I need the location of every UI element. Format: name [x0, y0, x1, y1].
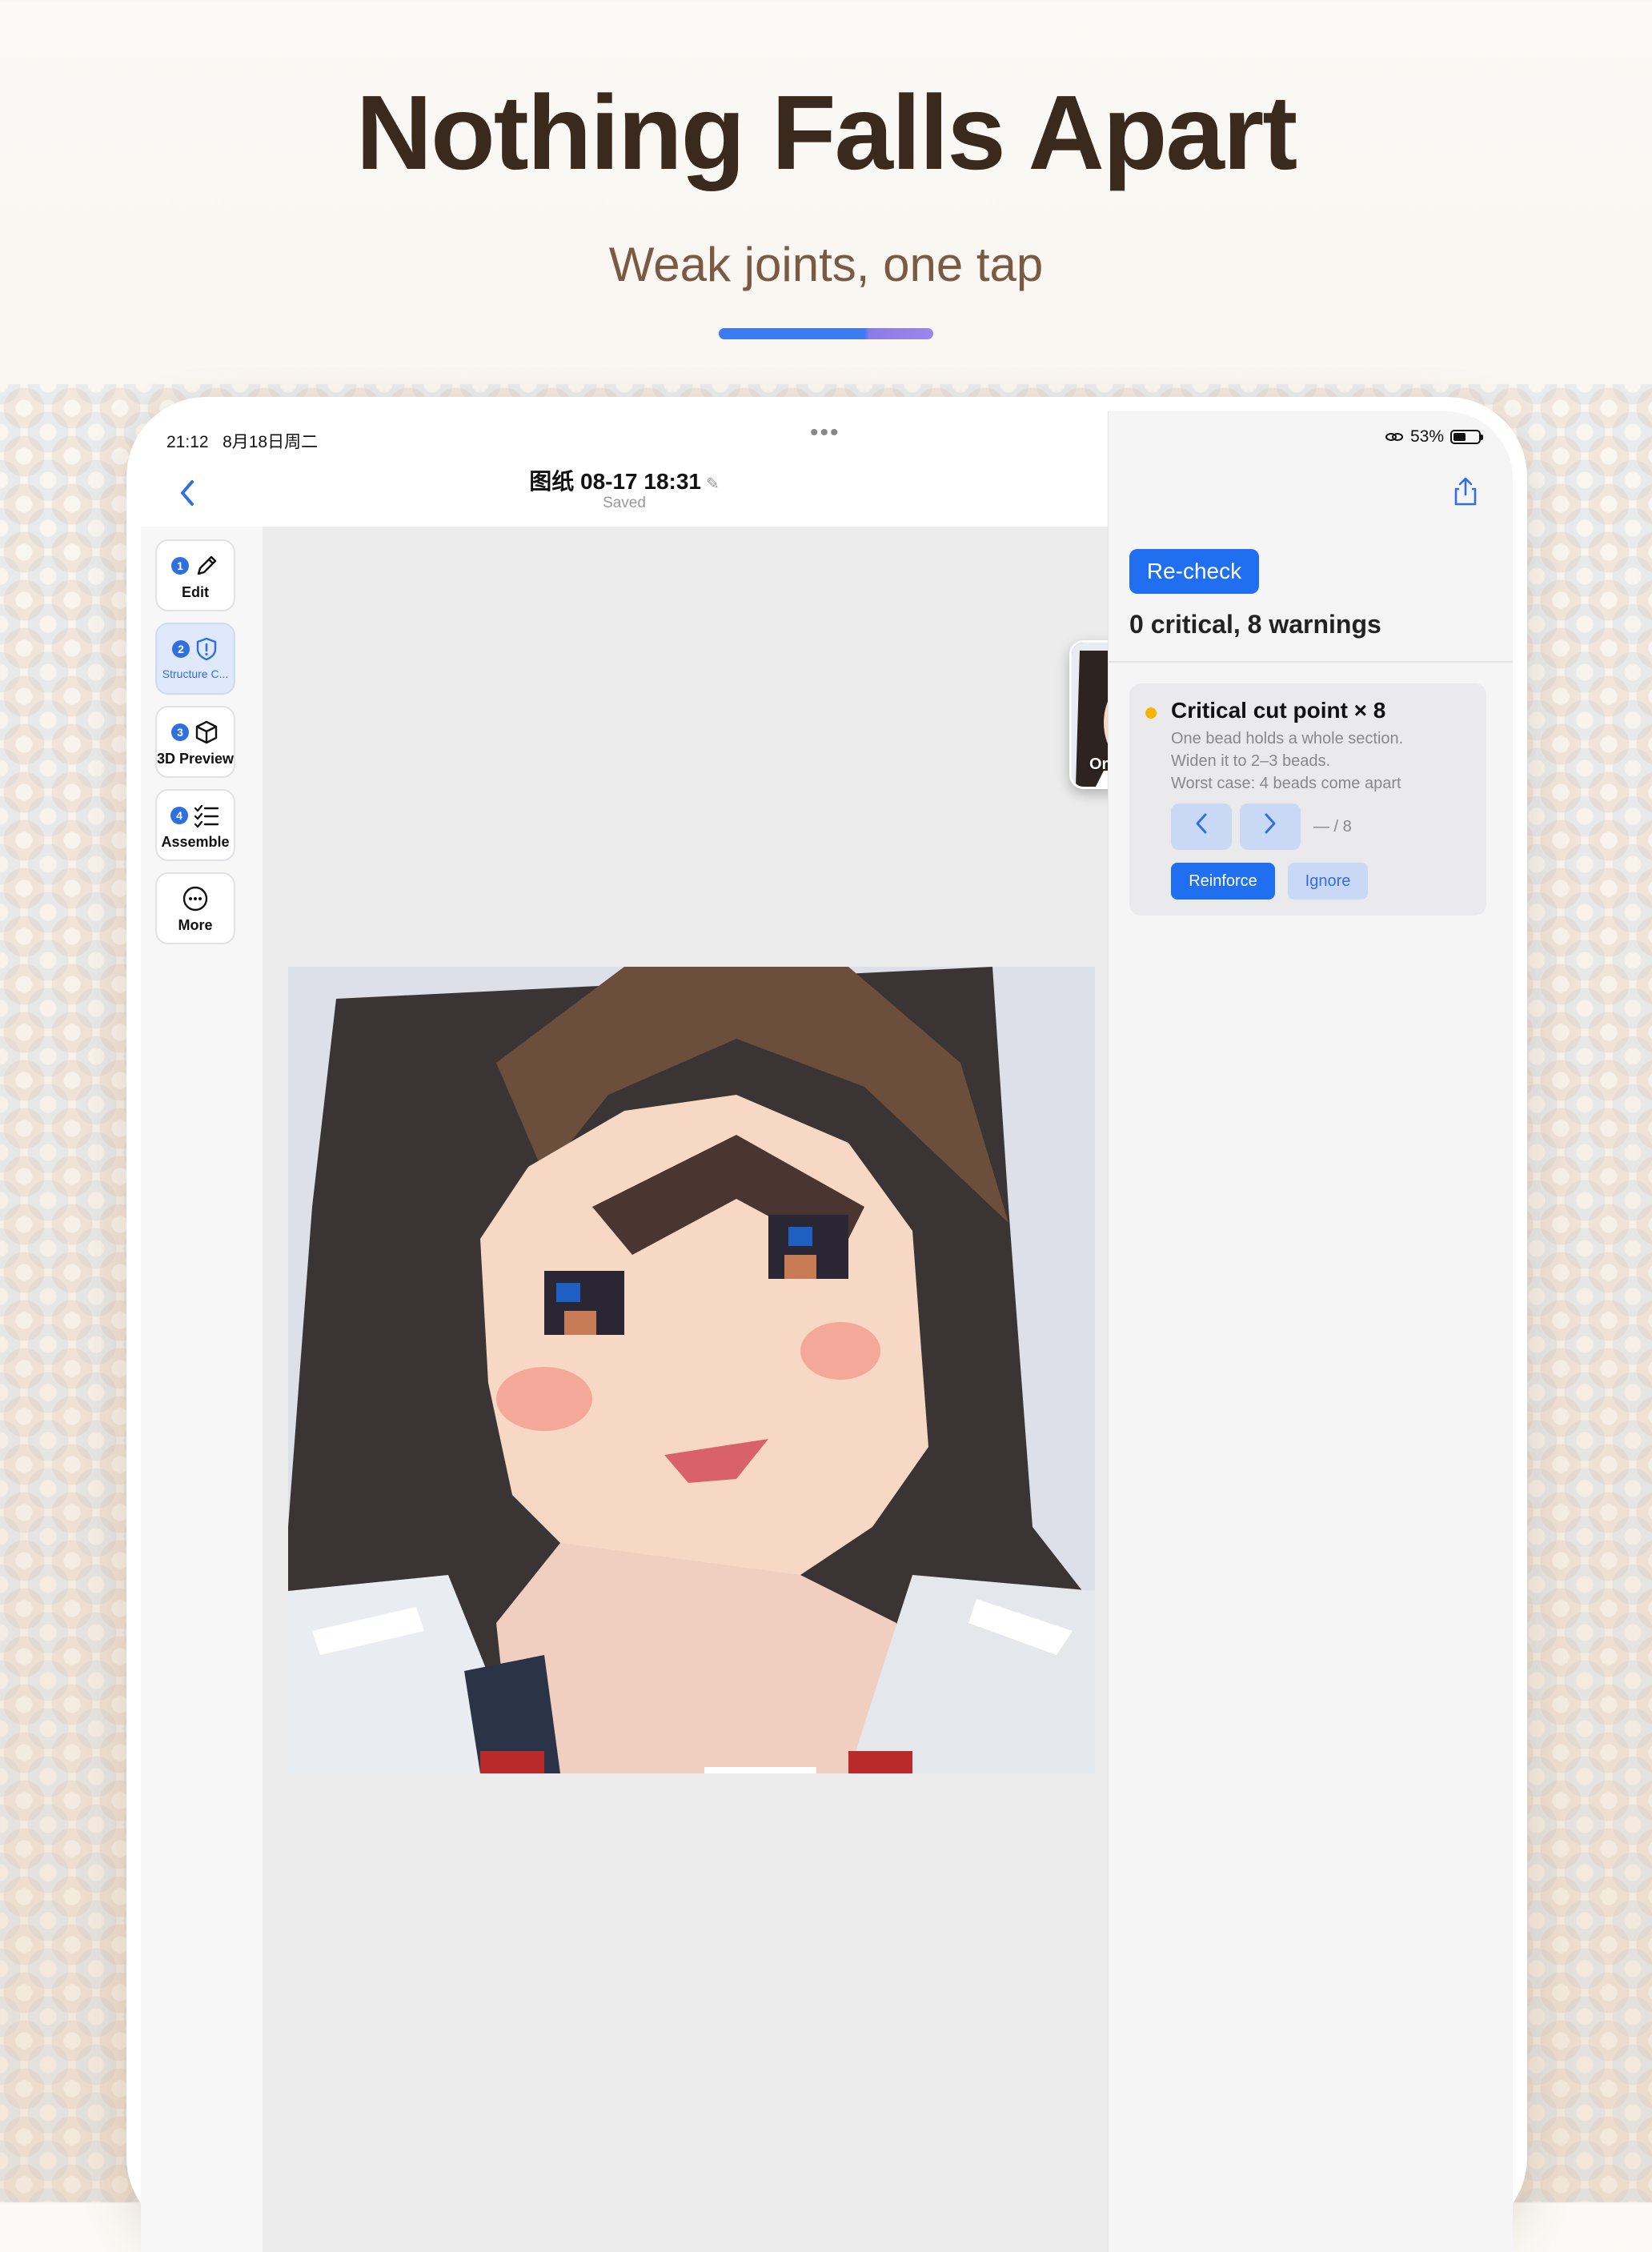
issue-worst-case: Worst case: 4 beads come apart	[1171, 775, 1401, 792]
check-summary: 0 critical, 8 warnings	[1129, 610, 1381, 639]
accent-bar	[719, 328, 933, 339]
battery-icon	[1450, 430, 1483, 444]
nav-header: 图纸 08-17 18:31 ✎ Saved	[141, 456, 1108, 527]
step-badge: 2	[172, 640, 190, 658]
tool-sidebar: 1 Edit 2 Structure C... 3 3D Preview 4 A…	[141, 527, 263, 2252]
save-status: Saved	[603, 495, 646, 511]
tool-label: More	[178, 917, 213, 933]
checklist-icon	[194, 804, 219, 828]
promo-headline: Nothing Falls Apart	[355, 74, 1297, 191]
tool-3d-preview[interactable]: 3 3D Preview	[155, 706, 235, 778]
chevron-right-icon	[1265, 813, 1276, 834]
tablet-frame: 图纸 08-17 18:31 ✎ Saved 1 Edit 2 Structur…	[126, 397, 1527, 2252]
tool-label: Edit	[182, 584, 209, 600]
status-time: 21:12 8月18日周二	[166, 433, 319, 451]
issue-suggestion: Widen it to 2–3 beads.	[1171, 752, 1331, 770]
tool-more[interactable]: More	[155, 872, 235, 944]
step-badge: 3	[171, 723, 189, 741]
status-date: 8月18日周二	[223, 433, 319, 451]
bead-canvas[interactable]: Original ×	[263, 527, 1233, 2252]
editor-pane: 图纸 08-17 18:31 ✎ Saved 1 Edit 2 Structur…	[141, 411, 1233, 2252]
shield-alert-icon	[196, 637, 217, 661]
tool-label: Assemble	[161, 834, 230, 850]
structure-check-panel: Re-check 0 critical, 8 warnings Critical…	[1108, 411, 1513, 2252]
rename-pencil-icon[interactable]: ✎	[706, 475, 720, 493]
issue-counter: — / 8	[1313, 818, 1352, 835]
ignore-button[interactable]: Ignore	[1288, 863, 1368, 900]
status-indicators: 53%	[1385, 427, 1483, 447]
warning-dot-icon	[1145, 707, 1157, 719]
cube-icon	[195, 720, 218, 744]
app-screen: 图纸 08-17 18:31 ✎ Saved 1 Edit 2 Structur…	[141, 411, 1513, 2252]
status-bar: 21:12 8月18日周二 ••• 53%	[141, 411, 1513, 456]
previous-issue-button[interactable]	[1171, 803, 1232, 850]
reinforce-button[interactable]: Reinforce	[1171, 863, 1275, 900]
document-title[interactable]: 图纸 08-17 18:31 ✎	[141, 464, 1108, 496]
battery-percent: 53%	[1409, 427, 1444, 446]
ellipsis-circle-icon	[182, 886, 208, 912]
link-icon	[1385, 433, 1403, 441]
issue-description: One bead holds a whole section.	[1171, 730, 1404, 747]
issue-card[interactable]: Critical cut point × 8 One bead holds a …	[1129, 683, 1486, 916]
issue-title: Critical cut point × 8	[1171, 698, 1386, 723]
tool-label: 3D Preview	[157, 751, 234, 767]
pixel-art-portrait	[288, 967, 1095, 1773]
recheck-button[interactable]: Re-check	[1129, 549, 1259, 594]
document-title-text: 图纸 08-17 18:31	[529, 469, 702, 494]
tool-assemble[interactable]: 4 Assemble	[155, 789, 235, 861]
promo-subline: Weak joints, one tap	[608, 238, 1044, 291]
tool-structure-check[interactable]: 2 Structure C...	[155, 623, 235, 695]
tool-edit[interactable]: 1 Edit	[155, 539, 235, 611]
chevron-left-icon	[1196, 813, 1207, 834]
step-badge: 1	[171, 557, 189, 575]
share-button[interactable]	[1451, 475, 1480, 507]
divider	[1109, 661, 1513, 663]
next-issue-button[interactable]	[1240, 803, 1301, 850]
step-badge: 4	[170, 807, 188, 824]
pencil-icon	[197, 555, 217, 575]
multitasking-dots-icon[interactable]: •••	[810, 419, 840, 447]
tool-label: Structure C...	[162, 667, 229, 680]
share-icon	[1454, 477, 1477, 506]
